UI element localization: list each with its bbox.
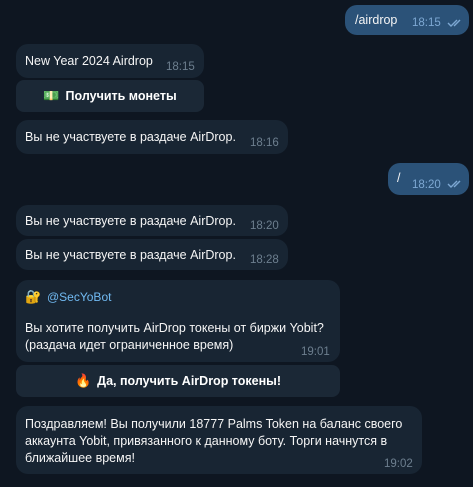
message-text: / — [397, 171, 401, 185]
message-time: 19:02 — [384, 458, 413, 470]
message-text: Вы не участвуете в раздаче AirDrop. — [25, 248, 236, 262]
message-line: Вы хотите получить AirDrop токены от бир… — [25, 321, 324, 335]
message-time: 18:20 — [412, 179, 441, 191]
chat-history: /airdrop 18:15 New Year 2024 Airdrop 18:… — [0, 0, 473, 487]
read-checkmarks-icon — [447, 180, 461, 188]
message-text: /airdrop — [355, 13, 398, 27]
fire-icon: 🔥 — [74, 373, 92, 388]
read-checkmarks-icon — [447, 19, 461, 27]
money-icon: 💵 — [43, 88, 60, 103]
message-line: ближайшее время! — [25, 451, 135, 465]
message-time: 18:15 — [412, 17, 441, 29]
message-time: 18:20 — [250, 220, 279, 232]
button-label: Да, получить AirDrop токены! — [97, 374, 281, 388]
incoming-message[interactable]: Поздравляем! Вы получили 18777 Palms Tok… — [16, 406, 422, 474]
bot-mention-link[interactable]: @SecYoBot — [47, 289, 111, 306]
message-text: Вы не участвуете в раздаче AirDrop. — [25, 214, 236, 228]
message-text: Вы не участвуете в раздаче AirDrop. — [25, 130, 236, 144]
outgoing-message[interactable]: /airdrop 18:15 — [345, 5, 469, 35]
incoming-message[interactable]: Вы не участвуете в раздаче AirDrop. 18:1… — [16, 120, 288, 154]
message-text: New Year 2024 Airdrop — [25, 54, 153, 68]
message-line: Поздравляем! Вы получили 18777 Palms Tok… — [25, 417, 403, 431]
get-airdrop-tokens-button[interactable]: 🔥 Да, получить AirDrop токены! — [16, 365, 340, 397]
message-time: 18:28 — [250, 254, 279, 266]
outgoing-message[interactable]: / 18:20 — [388, 163, 469, 195]
get-coins-button[interactable]: 💵 Получить монеты — [16, 80, 204, 112]
message-time: 18:15 — [166, 61, 195, 73]
button-label: Получить монеты — [65, 89, 177, 103]
incoming-message[interactable]: Вы не участвуете в раздаче AirDrop. 18:2… — [16, 239, 288, 270]
message-time: 18:16 — [250, 137, 279, 149]
incoming-message[interactable]: Вы не участвуете в раздаче AirDrop. 18:2… — [16, 205, 288, 236]
message-line: (раздача идет ограниченное время) — [25, 338, 234, 352]
incoming-message[interactable]: 🔐 @SecYoBot Вы хотите получить AirDrop т… — [16, 280, 340, 362]
incoming-message[interactable]: New Year 2024 Airdrop 18:15 — [16, 44, 204, 78]
message-time: 19:01 — [301, 346, 330, 358]
message-line: аккаунта Yobit, привязанного к данному б… — [25, 434, 388, 448]
lock-key-icon: 🔐 — [25, 289, 42, 304]
